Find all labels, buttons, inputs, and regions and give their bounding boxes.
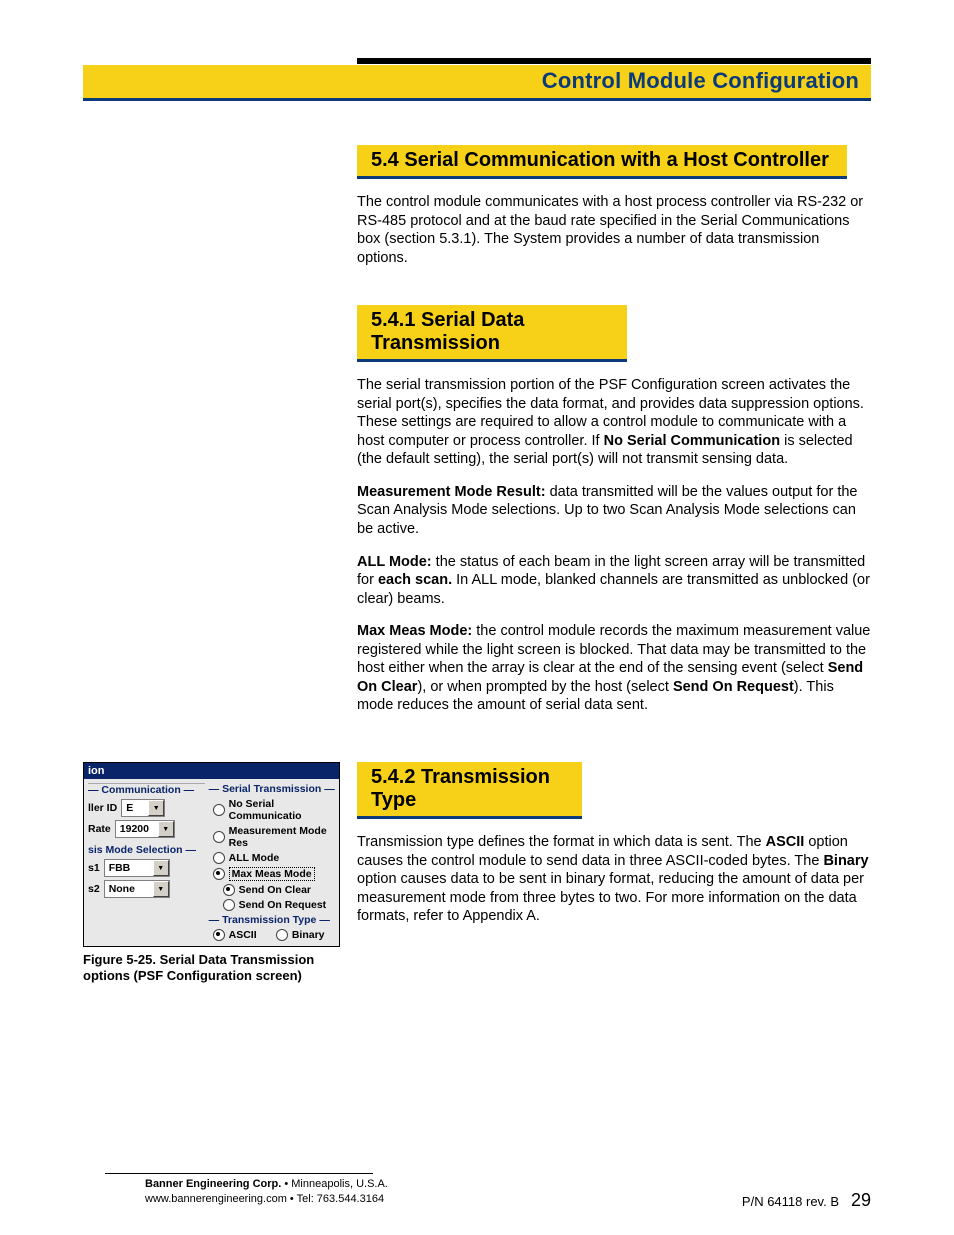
screenshot-psf-config: ion — Communication — ller ID E ▼ Rate bbox=[83, 762, 340, 947]
heading-5-4: 5.4 Serial Communication with a Host Con… bbox=[357, 145, 847, 179]
window-title: ion bbox=[84, 763, 339, 779]
radio-max-meas-mode[interactable]: Max Meas Mode bbox=[213, 867, 335, 881]
radio-binary[interactable]: Binary bbox=[276, 929, 335, 941]
bold-each-scan: each scan. bbox=[378, 572, 452, 588]
group-communication: — Communication — bbox=[88, 783, 205, 796]
chevron-down-icon[interactable]: ▼ bbox=[153, 881, 169, 897]
radio-icon bbox=[213, 831, 225, 843]
radio-measurement-mode[interactable]: Measurement Mode Res bbox=[213, 825, 335, 849]
bold-no-serial: No Serial Communication bbox=[604, 433, 780, 449]
page-footer: Banner Engineering Corp. • Minneapolis, … bbox=[83, 1173, 871, 1207]
radio-label: Send On Request bbox=[239, 899, 327, 911]
select-analysis1[interactable]: FBB ▼ bbox=[104, 859, 170, 877]
radio-icon bbox=[223, 884, 235, 896]
part-number: P/N 64118 rev. B bbox=[742, 1194, 839, 1209]
radio-label: ASCII bbox=[229, 929, 257, 941]
para-5-4-2: Transmission type defines the format in … bbox=[357, 833, 871, 926]
radio-all-mode[interactable]: ALL Mode bbox=[213, 852, 335, 864]
para-5-4-intro: The control module communicates with a h… bbox=[357, 193, 871, 267]
header-underline bbox=[83, 98, 871, 101]
select-analysis2[interactable]: None ▼ bbox=[104, 880, 170, 898]
bold-ascii: ASCII bbox=[766, 834, 805, 850]
select-baud-rate[interactable]: 19200 ▼ bbox=[115, 820, 175, 838]
group-transmission-type: — Transmission Type — bbox=[209, 914, 335, 926]
radio-icon bbox=[276, 929, 288, 941]
label-controller-id: ller ID bbox=[88, 802, 117, 814]
radio-icon bbox=[213, 852, 225, 864]
radio-label: No Serial Communicatio bbox=[229, 798, 335, 822]
bold-binary: Binary bbox=[823, 853, 868, 869]
page-header-title: Control Module Configuration bbox=[542, 68, 859, 94]
bold-meas-mode: Measurement Mode Result: bbox=[357, 484, 546, 500]
top-bar bbox=[357, 58, 871, 64]
group-mode-selection: sis Mode Selection — bbox=[88, 844, 205, 856]
heading-5-4-2: 5.4.2 Transmission Type bbox=[357, 762, 582, 819]
radio-label: Binary bbox=[292, 929, 325, 941]
caption-number: Figure 5-25. bbox=[83, 952, 160, 967]
radio-icon bbox=[213, 929, 225, 941]
text: ), or when prompted by the host (select bbox=[417, 679, 673, 695]
radio-icon bbox=[213, 804, 225, 816]
row-analysis2: s2 None ▼ bbox=[88, 880, 205, 898]
radio-no-serial[interactable]: No Serial Communicatio bbox=[213, 798, 335, 822]
group-serial-transmission: — Serial Transmission — bbox=[209, 783, 335, 795]
figure-caption: Figure 5-25. Serial Data Transmission op… bbox=[83, 952, 338, 985]
para-5-4-1-c: ALL Mode: the status of each beam in the… bbox=[357, 553, 871, 609]
row-baud-rate: Rate 19200 ▼ bbox=[88, 820, 205, 838]
company-name: Banner Engineering Corp. bbox=[145, 1178, 281, 1190]
radio-send-on-request[interactable]: Send On Request bbox=[223, 899, 335, 911]
select-value: 19200 bbox=[116, 823, 158, 835]
text: option causes data to be sent in binary … bbox=[357, 871, 864, 924]
radio-label: ALL Mode bbox=[229, 852, 280, 864]
radio-label: Max Meas Mode bbox=[229, 867, 315, 881]
radio-label: Measurement Mode Res bbox=[229, 825, 335, 849]
chevron-down-icon[interactable]: ▼ bbox=[153, 860, 169, 876]
page-number: 29 bbox=[851, 1190, 871, 1211]
radio-label: Send On Clear bbox=[239, 884, 311, 896]
footer-rule bbox=[105, 1173, 373, 1174]
select-value: E bbox=[122, 802, 148, 814]
heading-5-4-1: 5.4.1 Serial Data Transmission bbox=[357, 305, 627, 362]
footer-line1: Banner Engineering Corp. • Minneapolis, … bbox=[145, 1177, 871, 1192]
radio-send-on-clear[interactable]: Send On Clear bbox=[223, 884, 335, 896]
label-baud-rate: Rate bbox=[88, 823, 111, 835]
radio-ascii[interactable]: ASCII bbox=[213, 929, 272, 941]
row-analysis1: s1 FBB ▼ bbox=[88, 859, 205, 877]
row-controller-id: ller ID E ▼ bbox=[88, 799, 205, 817]
radio-icon bbox=[213, 868, 225, 880]
para-5-4-1-b: Measurement Mode Result: data transmitte… bbox=[357, 483, 871, 539]
label-analysis2: s2 bbox=[88, 883, 100, 895]
para-5-4-1-d: Max Meas Mode: the control module record… bbox=[357, 622, 871, 715]
para-5-4-1-a: The serial transmission portion of the P… bbox=[357, 376, 871, 469]
text: Transmission type defines the format in … bbox=[357, 834, 766, 850]
label-analysis1: s1 bbox=[88, 862, 100, 874]
company-location: • Minneapolis, U.S.A. bbox=[281, 1178, 388, 1190]
select-value: FBB bbox=[105, 862, 153, 874]
select-controller-id[interactable]: E ▼ bbox=[121, 799, 165, 817]
bold-max-meas: Max Meas Mode: bbox=[357, 623, 472, 639]
chevron-down-icon[interactable]: ▼ bbox=[158, 821, 174, 837]
select-value: None bbox=[105, 883, 153, 895]
chevron-down-icon[interactable]: ▼ bbox=[148, 800, 164, 816]
bold-send-req: Send On Request bbox=[673, 679, 794, 695]
radio-icon bbox=[223, 899, 235, 911]
bold-all-mode: ALL Mode: bbox=[357, 554, 432, 570]
